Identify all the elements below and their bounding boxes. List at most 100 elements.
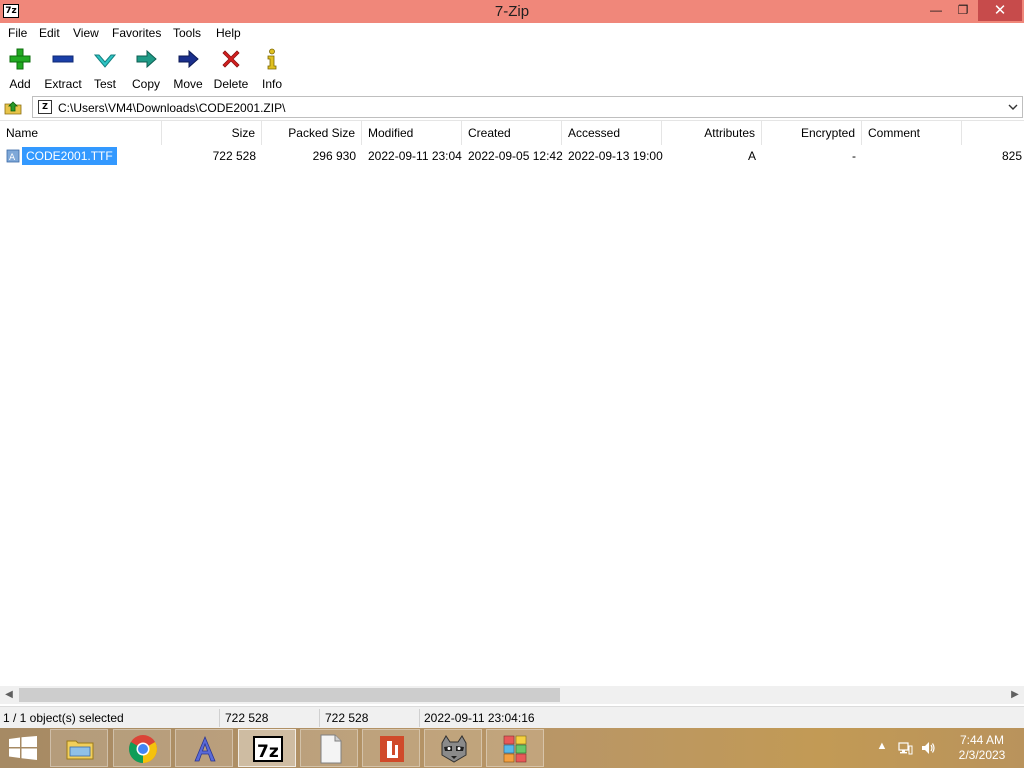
add-label: Add <box>9 77 31 91</box>
font-a-icon <box>194 735 216 762</box>
taskbar-file-explorer[interactable] <box>50 729 108 767</box>
address-row: Z C:\Users\VM4\Downloads\CODE2001.ZIP\ <box>0 95 1024 119</box>
charmap-icon <box>503 735 527 763</box>
info-icon <box>267 48 277 70</box>
taskbar-raccoon-app[interactable] <box>424 729 482 767</box>
column-encrypted[interactable]: Encrypted <box>762 121 862 145</box>
tray-expand-icon[interactable]: ▲ <box>874 740 890 756</box>
taskbar-document[interactable] <box>300 729 358 767</box>
menu-edit[interactable]: Edit <box>37 26 62 40</box>
cell-attributes: A <box>747 149 756 163</box>
file-list[interactable]: Name Size Packed Size Modified Created A… <box>0 120 1024 706</box>
add-button[interactable]: Add <box>4 47 36 93</box>
status-divider <box>419 709 420 727</box>
svg-text:A: A <box>9 153 16 163</box>
status-modified: 2022-09-11 23:04:16 <box>424 711 535 725</box>
cell-packed-size: 296 930 <box>312 149 356 163</box>
test-check-icon <box>93 54 117 68</box>
copy-button[interactable]: Copy <box>128 47 164 93</box>
test-label: Test <box>93 77 116 91</box>
windows-start-icon[interactable] <box>8 736 38 760</box>
taskbar: 7z ▲ 7:44 AM 2/3/2023 <box>0 728 1024 768</box>
cell-size: 722 528 <box>212 149 256 163</box>
document-icon <box>320 734 342 764</box>
folder-up-icon[interactable] <box>4 98 22 116</box>
window-title: 7-Zip <box>494 3 530 20</box>
copy-label: Copy <box>131 77 160 91</box>
move-button[interactable]: Move <box>170 47 206 93</box>
cell-comment <box>868 147 948 165</box>
info-label: Info <box>261 77 282 91</box>
column-comment[interactable]: Comment <box>862 121 962 145</box>
folder-icon <box>66 740 94 760</box>
menu-tools[interactable]: Tools <box>171 26 203 40</box>
cell-created: 2022-09-05 12:42 <box>468 149 563 163</box>
taskbar-charmap[interactable] <box>486 729 544 767</box>
address-path[interactable]: C:\Users\VM4\Downloads\CODE2001.ZIP\ <box>58 101 285 115</box>
scroll-left-icon[interactable]: ◀ <box>0 686 18 704</box>
copy-arrow-icon <box>136 49 157 69</box>
extract-button[interactable]: Extract <box>42 47 84 93</box>
svg-text:7z: 7z <box>257 742 279 762</box>
column-created[interactable]: Created <box>462 121 562 145</box>
chevron-down-icon[interactable] <box>1006 100 1020 114</box>
horizontal-scrollbar[interactable]: ◀ ▶ <box>0 686 1024 704</box>
cell-modified: 2022-09-11 23:04 <box>368 149 462 163</box>
cell-accessed: 2022-09-13 19:00 <box>568 149 663 163</box>
move-label: Move <box>173 77 203 91</box>
taskbar-font-app[interactable] <box>175 729 233 767</box>
clock-time: 7:44 AM <box>959 733 1005 747</box>
scroll-right-icon[interactable]: ▶ <box>1006 686 1024 704</box>
delete-x-icon <box>222 50 240 68</box>
close-button[interactable]: ✕ <box>978 0 1022 21</box>
column-accessed[interactable]: Accessed <box>562 121 662 145</box>
delete-button[interactable]: Delete <box>212 47 250 93</box>
extract-minus-icon <box>52 55 74 63</box>
table-row[interactable]: A CODE2001.TTF 722 528 296 930 2022-09-1… <box>0 147 1024 165</box>
toolbar: Add Extract Test Copy Move Delete Info <box>0 43 1024 95</box>
status-packed: 722 528 <box>325 711 369 725</box>
test-button[interactable]: Test <box>88 47 122 93</box>
scrollbar-thumb[interactable] <box>19 688 560 702</box>
column-size[interactable]: Size <box>162 121 262 145</box>
taskbar-7zip[interactable]: 7z <box>238 729 296 767</box>
taskbar-office[interactable] <box>362 729 420 767</box>
address-field[interactable]: Z C:\Users\VM4\Downloads\CODE2001.ZIP\ <box>32 96 1023 118</box>
7zip-icon: 7z <box>253 736 283 762</box>
delete-label: Delete <box>213 77 249 91</box>
archive-icon: Z <box>38 100 52 114</box>
raccoon-icon <box>441 735 467 763</box>
clock-date: 2/3/2023 <box>958 748 1006 762</box>
clock[interactable]: 7:44 AM 2/3/2023 <box>952 733 1012 763</box>
maximize-button[interactable]: ❐ <box>950 0 976 21</box>
menu-help[interactable]: Help <box>214 26 243 40</box>
menu-bar: File Edit View Favorites Tools Help <box>0 23 1024 43</box>
status-divider <box>219 709 220 727</box>
cell-overflow: 825 <box>1001 149 1022 163</box>
taskbar-chrome[interactable] <box>113 729 171 767</box>
status-bar: 1 / 1 object(s) selected 722 528 722 528… <box>0 706 1024 728</box>
network-icon[interactable] <box>897 740 913 756</box>
office-icon <box>380 736 404 762</box>
add-plus-icon <box>9 48 31 70</box>
column-modified[interactable]: Modified <box>362 121 462 145</box>
menu-view[interactable]: View <box>71 26 101 40</box>
cell-name[interactable]: CODE2001.TTF <box>22 147 117 165</box>
move-arrow-icon <box>178 49 199 69</box>
chrome-icon <box>129 735 157 763</box>
status-selection: 1 / 1 object(s) selected <box>3 711 124 725</box>
column-packed-size[interactable]: Packed Size <box>262 121 362 145</box>
minimize-button[interactable]: — <box>922 0 950 21</box>
status-divider <box>319 709 320 727</box>
cell-encrypted: - <box>852 149 856 163</box>
info-button[interactable]: Info <box>258 47 286 93</box>
extract-label: Extract <box>44 77 82 91</box>
column-name[interactable]: Name <box>0 121 162 145</box>
font-file-icon: A <box>6 149 20 163</box>
status-size: 722 528 <box>225 711 269 725</box>
title-bar[interactable]: 7z 7-Zip — ❐ ✕ <box>0 0 1024 23</box>
column-attributes[interactable]: Attributes <box>662 121 762 145</box>
volume-icon[interactable] <box>920 740 936 756</box>
menu-favorites[interactable]: Favorites <box>110 26 163 40</box>
menu-file[interactable]: File <box>6 26 29 40</box>
